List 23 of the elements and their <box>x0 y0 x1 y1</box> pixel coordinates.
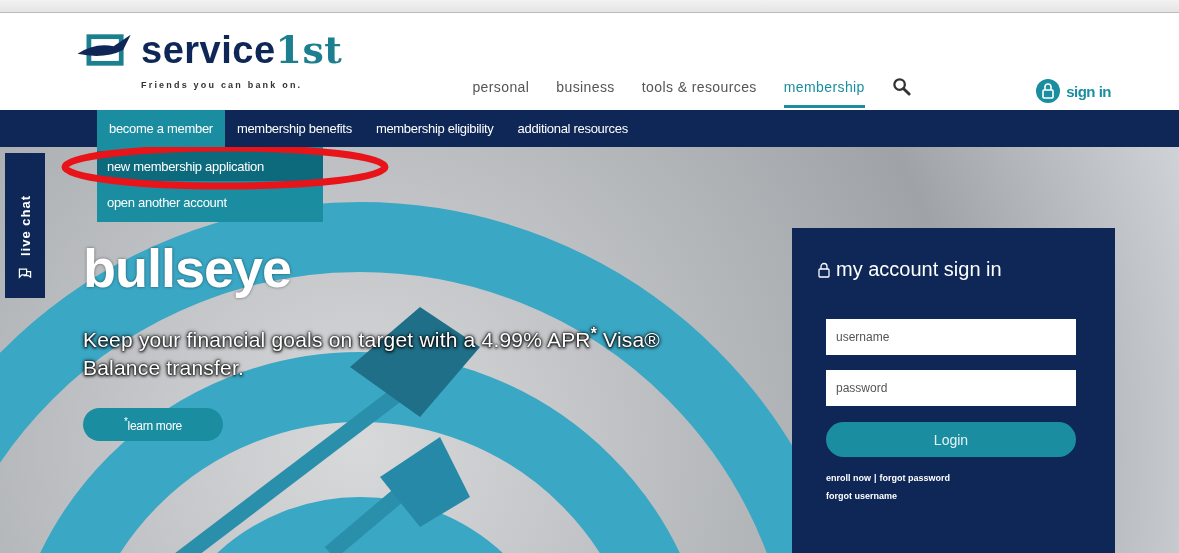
nav-link[interactable]: tools & resources <box>641 75 757 108</box>
subnav-link[interactable]: membership eligibility <box>363 110 506 147</box>
dropdown-item[interactable]: open another account <box>97 187 323 217</box>
nav-link[interactable]: personal <box>472 75 530 108</box>
tagline: Friends you can bank on. <box>141 80 304 90</box>
nav-link[interactable]: business <box>556 75 615 108</box>
lock-icon <box>1036 79 1061 103</box>
sign-in-link[interactable]: sign in <box>1036 79 1111 103</box>
link-separator: | <box>874 473 877 483</box>
subnav-link[interactable]: membership benefits <box>224 110 364 147</box>
logo-text[interactable]: service1st <box>141 27 343 72</box>
subnav-link[interactable]: become a member <box>97 110 225 147</box>
password-field[interactable]: password <box>826 370 1076 406</box>
lock-icon <box>818 261 830 278</box>
live-chat-tab[interactable]: live chat <box>5 153 45 298</box>
subnav-link[interactable]: additional resources <box>505 110 640 147</box>
learn-more-button[interactable]: $^{*}$learn more <box>83 408 223 442</box>
username-field[interactable]: username <box>826 319 1076 355</box>
card-link[interactable]: forgot password <box>879 473 951 483</box>
card-link[interactable]: forgot username <box>826 491 1081 501</box>
search-icon[interactable] <box>891 77 911 96</box>
card-link[interactable]: enroll now <box>826 473 871 483</box>
card-title: my account sign in <box>836 258 1002 281</box>
